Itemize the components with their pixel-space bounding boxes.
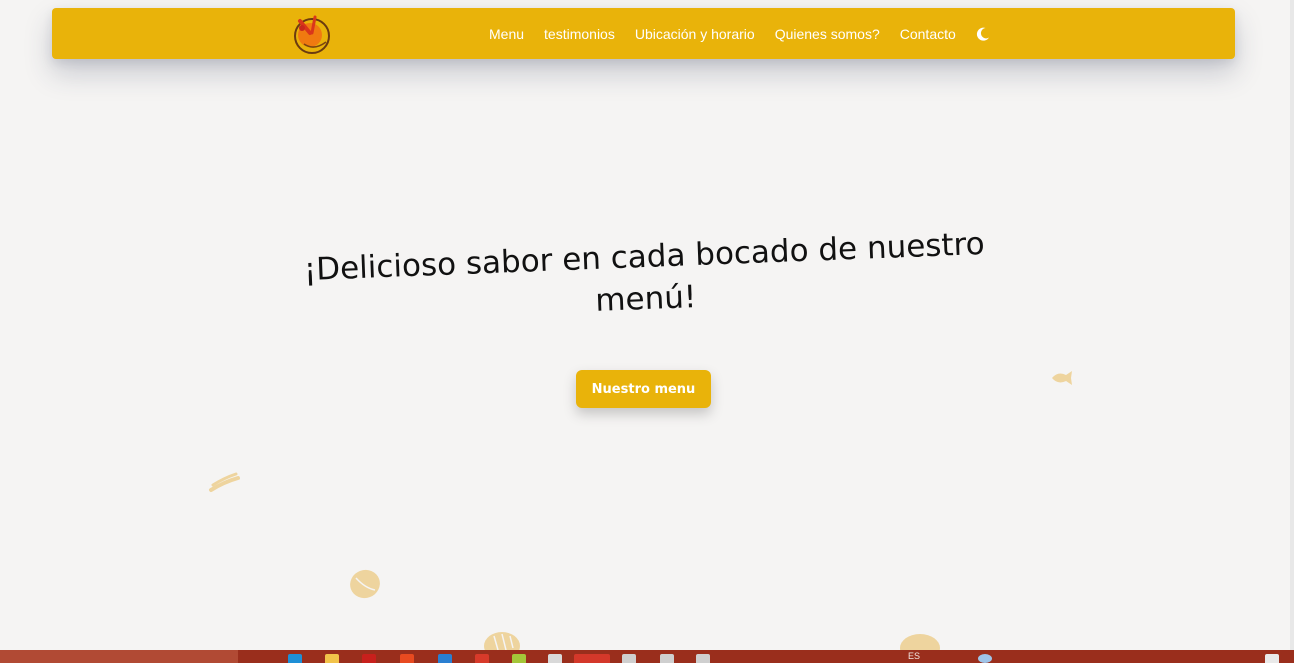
window-icon[interactable] <box>548 654 562 663</box>
nav-link-menu[interactable]: Menu <box>489 26 524 42</box>
notifications-icon[interactable] <box>1265 654 1279 663</box>
fish-decoration-icon <box>1052 371 1072 385</box>
weather-icon[interactable] <box>978 654 992 663</box>
office-icon[interactable] <box>400 654 414 663</box>
active-app-icon[interactable] <box>574 654 610 663</box>
navbar: Menu testimonios Ubicación y horario Qui… <box>52 8 1235 59</box>
android-icon[interactable] <box>512 654 526 663</box>
hero-title: ¡Delicioso sabor en cada bocado de nuest… <box>303 225 986 319</box>
moon-icon[interactable] <box>975 26 991 42</box>
nav-links: Menu testimonios Ubicación y horario Qui… <box>489 8 991 59</box>
calendar-icon[interactable] <box>622 654 636 663</box>
nav-link-ubicacion[interactable]: Ubicación y horario <box>635 26 755 42</box>
scrollbar[interactable] <box>1290 0 1294 650</box>
notepad-icon[interactable] <box>696 654 710 663</box>
taskbar: ES <box>0 650 1294 663</box>
bread-decoration-icon <box>484 632 520 650</box>
monitor-icon[interactable] <box>660 654 674 663</box>
edge-icon[interactable] <box>288 654 302 663</box>
cookie-decoration-icon <box>350 569 380 599</box>
nav-link-quienes-somos[interactable]: Quienes somos? <box>775 26 880 42</box>
burger-logo[interactable] <box>290 11 334 55</box>
folder-icon[interactable] <box>325 654 339 663</box>
nuestro-menu-button[interactable]: Nuestro menu <box>576 370 711 408</box>
opera-icon[interactable] <box>362 654 376 663</box>
nav-link-contacto[interactable]: Contacto <box>900 26 956 42</box>
language-indicator[interactable]: ES <box>908 651 920 661</box>
vscode-icon[interactable] <box>438 654 452 663</box>
nav-link-testimonios[interactable]: testimonios <box>544 26 615 42</box>
taskbar-search[interactable] <box>0 650 238 663</box>
bacon-decoration-icon <box>209 472 240 492</box>
page: Menu testimonios Ubicación y horario Qui… <box>0 0 1290 650</box>
chrome-icon[interactable] <box>475 654 489 663</box>
bun-decoration-icon <box>900 634 940 650</box>
